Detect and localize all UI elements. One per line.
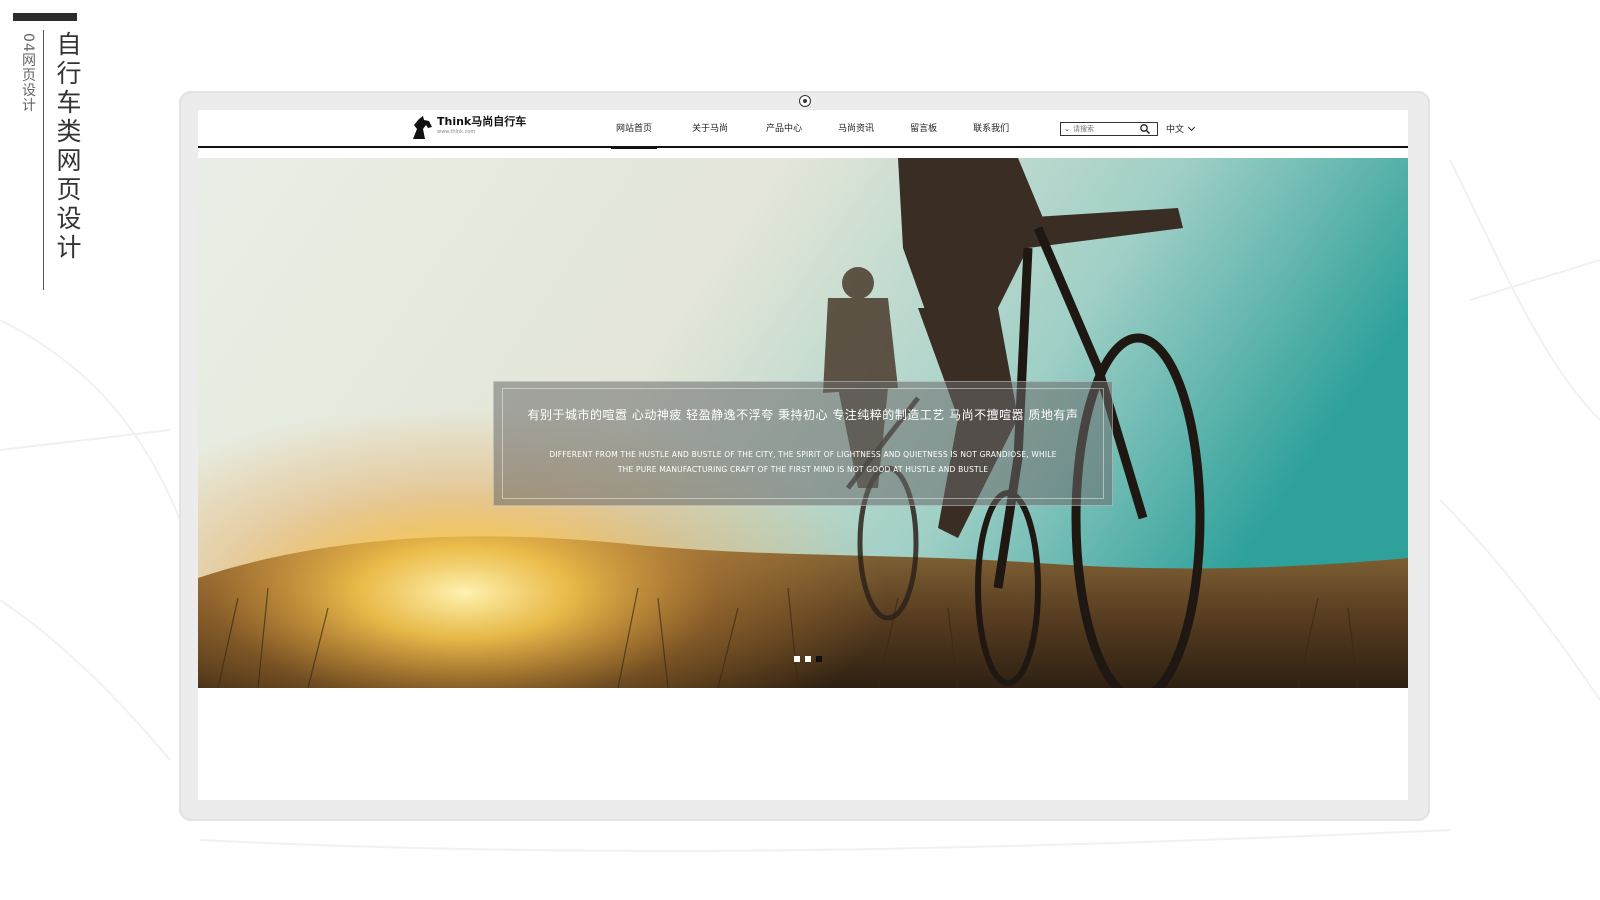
nav-item-about[interactable]: 关于马尚 [687, 110, 733, 148]
hero-banner: 有别于城市的喧嚣 心动神疲 轻盈静逸不浮夸 秉持初心 专注纯粹的制造工艺 马尚不… [198, 158, 1408, 688]
site-logo[interactable]: Think马尚自行车 www.think.com [411, 115, 526, 143]
language-selector[interactable]: 中文 [1166, 122, 1196, 135]
side-divider [43, 30, 44, 290]
language-label: 中文 [1166, 125, 1185, 135]
logo-text: Think马尚自行车 [437, 115, 527, 128]
site-navbar: Think马尚自行车 www.think.com 网站首页 关于马尚 产品中心 … [198, 110, 1408, 149]
search-icon[interactable] [1139, 123, 1151, 135]
monitor-frame: Think马尚自行车 www.think.com 网站首页 关于马尚 产品中心 … [179, 91, 1430, 821]
search-box: ⌄ [1060, 122, 1158, 136]
nav-item-products[interactable]: 产品中心 [761, 110, 807, 148]
logo-url: www.think.com [437, 129, 476, 135]
section-number: 04网页设计 [20, 33, 36, 113]
main-menu: 网站首页 关于马尚 产品中心 马尚资讯 留言板 联系我们 [611, 110, 1066, 149]
horse-logo-icon [413, 116, 432, 139]
presentation-page: 04网页设计 自行车类网页设计 Think马尚自行车 www.think.com… [0, 0, 1600, 900]
website-screen: Think马尚自行车 www.think.com 网站首页 关于马尚 产品中心 … [198, 110, 1408, 800]
search-input[interactable] [1073, 123, 1139, 135]
nav-item-guestbook[interactable]: 留言板 [905, 110, 942, 148]
hero-caption: 有别于城市的喧嚣 心动神疲 轻盈静逸不浮夸 秉持初心 专注纯粹的制造工艺 马尚不… [493, 381, 1113, 506]
slider-dot[interactable] [805, 656, 811, 662]
nav-item-home[interactable]: 网站首页 [611, 110, 658, 149]
slider-pagination [794, 656, 822, 662]
caption-frame [502, 388, 1104, 499]
nav-item-news[interactable]: 马尚资讯 [833, 110, 879, 148]
camera-icon [799, 95, 811, 107]
logo-text-group: Think马尚自行车 www.think.com [437, 115, 526, 136]
section-title: 自行车类网页设计 [53, 31, 82, 263]
chevron-down-icon [1187, 123, 1196, 131]
slider-dot[interactable] [794, 656, 800, 662]
chevron-down-icon[interactable]: ⌄ [1061, 125, 1073, 133]
slider-dot-active[interactable] [816, 656, 822, 662]
nav-item-contact[interactable]: 联系我们 [968, 110, 1014, 148]
side-accent-bar [13, 13, 77, 21]
